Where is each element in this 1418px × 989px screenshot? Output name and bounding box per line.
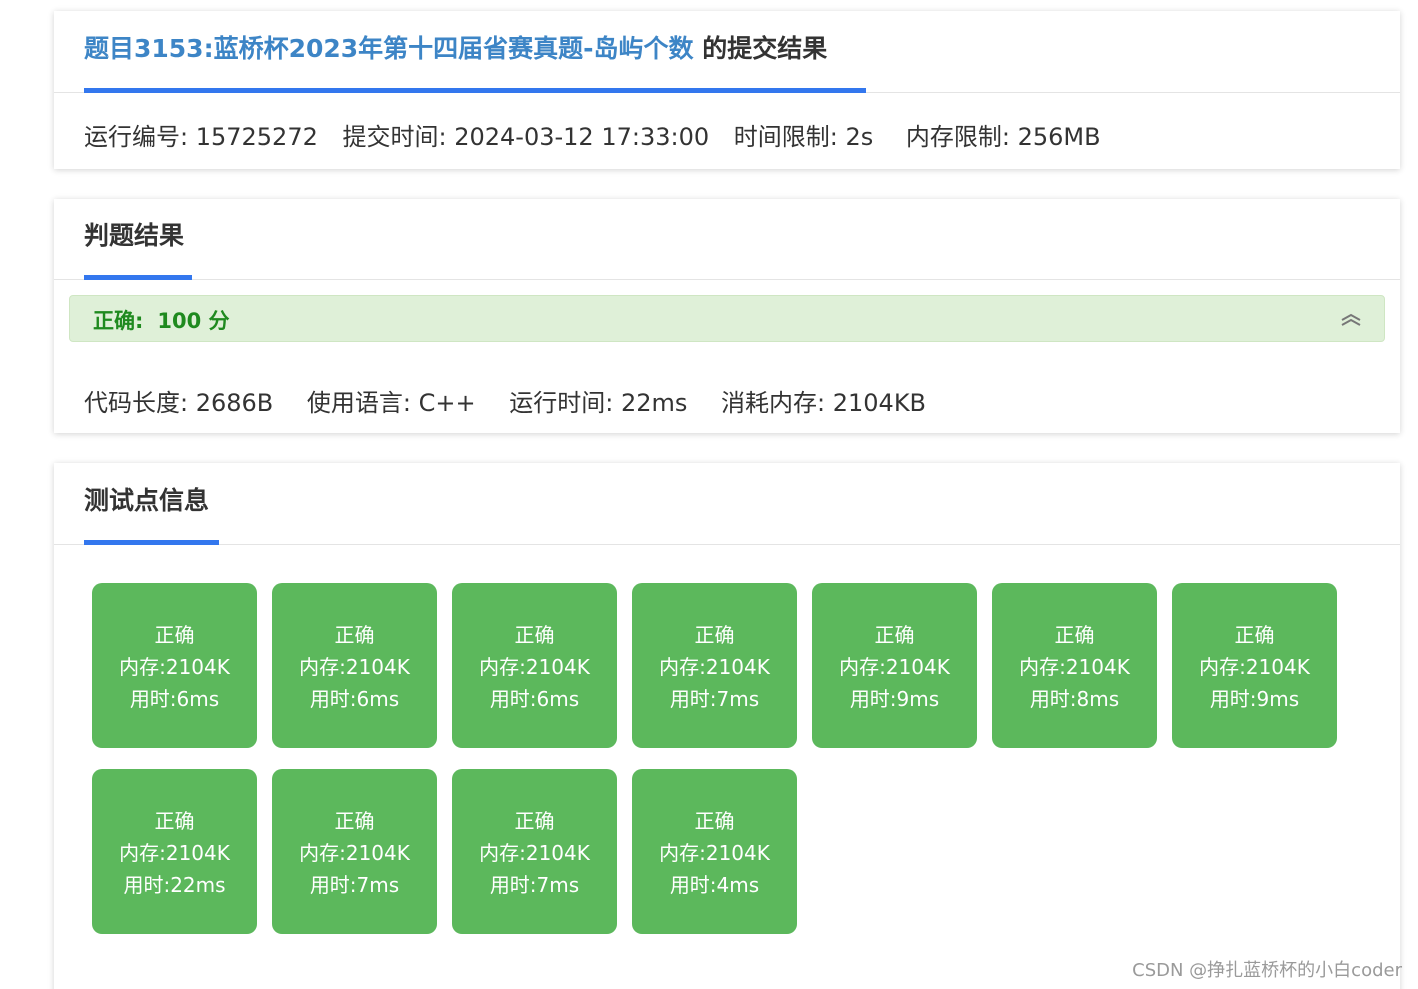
test-point[interactable]: 正确 内存:2104K 用时:7ms [272, 769, 437, 934]
test-status: 正确 [334, 809, 375, 833]
test-time: 用时:6ms [489, 687, 580, 711]
memory-used: 消耗内存: 2104KB [721, 389, 927, 417]
run-time: 运行时间: 22ms [509, 389, 688, 417]
memory-limit: 内存限制: 256MB [905, 123, 1101, 151]
title-suffix: 的提交结果 [693, 34, 828, 63]
test-memory: 内存:2104K [1199, 655, 1310, 679]
test-points-card: 测试点信息 正确 内存:2104K 用时:6ms 正确 内存:2104K 用时:… [54, 463, 1400, 989]
test-status: 正确 [334, 623, 375, 647]
test-status: 正确 [514, 623, 555, 647]
test-time: 用时:22ms [123, 873, 226, 897]
test-memory: 内存:2104K [1019, 655, 1130, 679]
page-title: 题目3153:蓝桥杯2023年第十四届省赛真题-岛屿个数 的提交结果 [84, 31, 827, 67]
test-point[interactable]: 正确 内存:2104K 用时:7ms [452, 769, 617, 934]
test-status: 正确 [874, 623, 915, 647]
test-status: 正确 [1054, 623, 1095, 647]
test-point[interactable]: 正确 内存:2104K 用时:8ms [992, 583, 1157, 748]
tests-card-header: 测试点信息 [54, 463, 1400, 545]
test-time: 用时:7ms [489, 873, 580, 897]
test-time: 用时:6ms [309, 687, 400, 711]
test-memory: 内存:2104K [299, 841, 410, 865]
run-id: 运行编号: 15725272 [84, 123, 318, 151]
time-limit: 时间限制: 2s [733, 123, 874, 151]
test-status: 正确 [694, 623, 735, 647]
test-memory: 内存:2104K [119, 655, 230, 679]
judge-section-title: 判题结果 [84, 221, 185, 250]
status-label: 正确: [93, 309, 144, 333]
test-point[interactable]: 正确 内存:2104K 用时:9ms [812, 583, 977, 748]
code-length: 代码长度: 2686B [84, 389, 274, 417]
test-status: 正确 [694, 809, 735, 833]
test-point[interactable]: 正确 内存:2104K 用时:7ms [632, 583, 797, 748]
chevron-double-up-icon[interactable] [1340, 312, 1362, 328]
test-time: 用时:9ms [849, 687, 940, 711]
test-memory: 内存:2104K [479, 655, 590, 679]
test-status: 正确 [154, 623, 195, 647]
test-point[interactable]: 正确 内存:2104K 用时:6ms [92, 583, 257, 748]
submit-time: 提交时间: 2024-03-12 17:33:00 [342, 123, 710, 151]
test-points-grid: 正确 内存:2104K 用时:6ms 正确 内存:2104K 用时:6ms 正确… [92, 583, 1352, 934]
test-point[interactable]: 正确 内存:2104K 用时:6ms [452, 583, 617, 748]
result-status: 正确: 100 分 [93, 305, 230, 335]
title-underline [84, 540, 219, 545]
test-point[interactable]: 正确 内存:2104K 用时:6ms [272, 583, 437, 748]
test-point[interactable]: 正确 内存:2104K 用时:4ms [632, 769, 797, 934]
submission-card: 题目3153:蓝桥杯2023年第十四届省赛真题-岛屿个数 的提交结果 运行编号:… [54, 11, 1400, 169]
test-memory: 内存:2104K [119, 841, 230, 865]
watermark: CSDN @挣扎蓝桥杯的小白coder [1132, 960, 1402, 981]
test-memory: 内存:2104K [659, 841, 770, 865]
tests-section-title: 测试点信息 [84, 486, 210, 515]
judge-result-card: 判题结果 正确: 100 分 代码长度: 2686B 使用语言: C++ 运行时间… [54, 199, 1400, 433]
test-memory: 内存:2104K [479, 841, 590, 865]
test-point[interactable]: 正确 内存:2104K 用时:9ms [1172, 583, 1337, 748]
test-point[interactable]: 正确 内存:2104K 用时:22ms [92, 769, 257, 934]
problem-link[interactable]: 题目3153:蓝桥杯2023年第十四届省赛真题-岛屿个数 [84, 34, 694, 63]
submission-info-row: 运行编号: 15725272 提交时间: 2024-03-12 17:33:00… [84, 121, 1101, 153]
result-status-bar[interactable]: 正确: 100 分 [69, 295, 1385, 342]
test-time: 用时:7ms [669, 687, 760, 711]
score: 100 分 [157, 309, 230, 333]
test-time: 用时:9ms [1209, 687, 1300, 711]
test-status: 正确 [1234, 623, 1275, 647]
judge-card-header: 判题结果 [54, 199, 1400, 280]
test-status: 正确 [514, 809, 555, 833]
title-underline [84, 275, 192, 280]
submission-card-header: 题目3153:蓝桥杯2023年第十四届省赛真题-岛屿个数 的提交结果 [54, 11, 1400, 93]
test-time: 用时:8ms [1029, 687, 1120, 711]
test-status: 正确 [154, 809, 195, 833]
language: 使用语言: C++ [306, 389, 476, 417]
test-memory: 内存:2104K [839, 655, 950, 679]
test-memory: 内存:2104K [299, 655, 410, 679]
test-time: 用时:7ms [309, 873, 400, 897]
test-time: 用时:6ms [129, 687, 220, 711]
title-underline [84, 88, 866, 93]
test-time: 用时:4ms [669, 873, 760, 897]
judge-info-row: 代码长度: 2686B 使用语言: C++ 运行时间: 22ms 消耗内存: 2… [84, 387, 926, 419]
test-memory: 内存:2104K [659, 655, 770, 679]
